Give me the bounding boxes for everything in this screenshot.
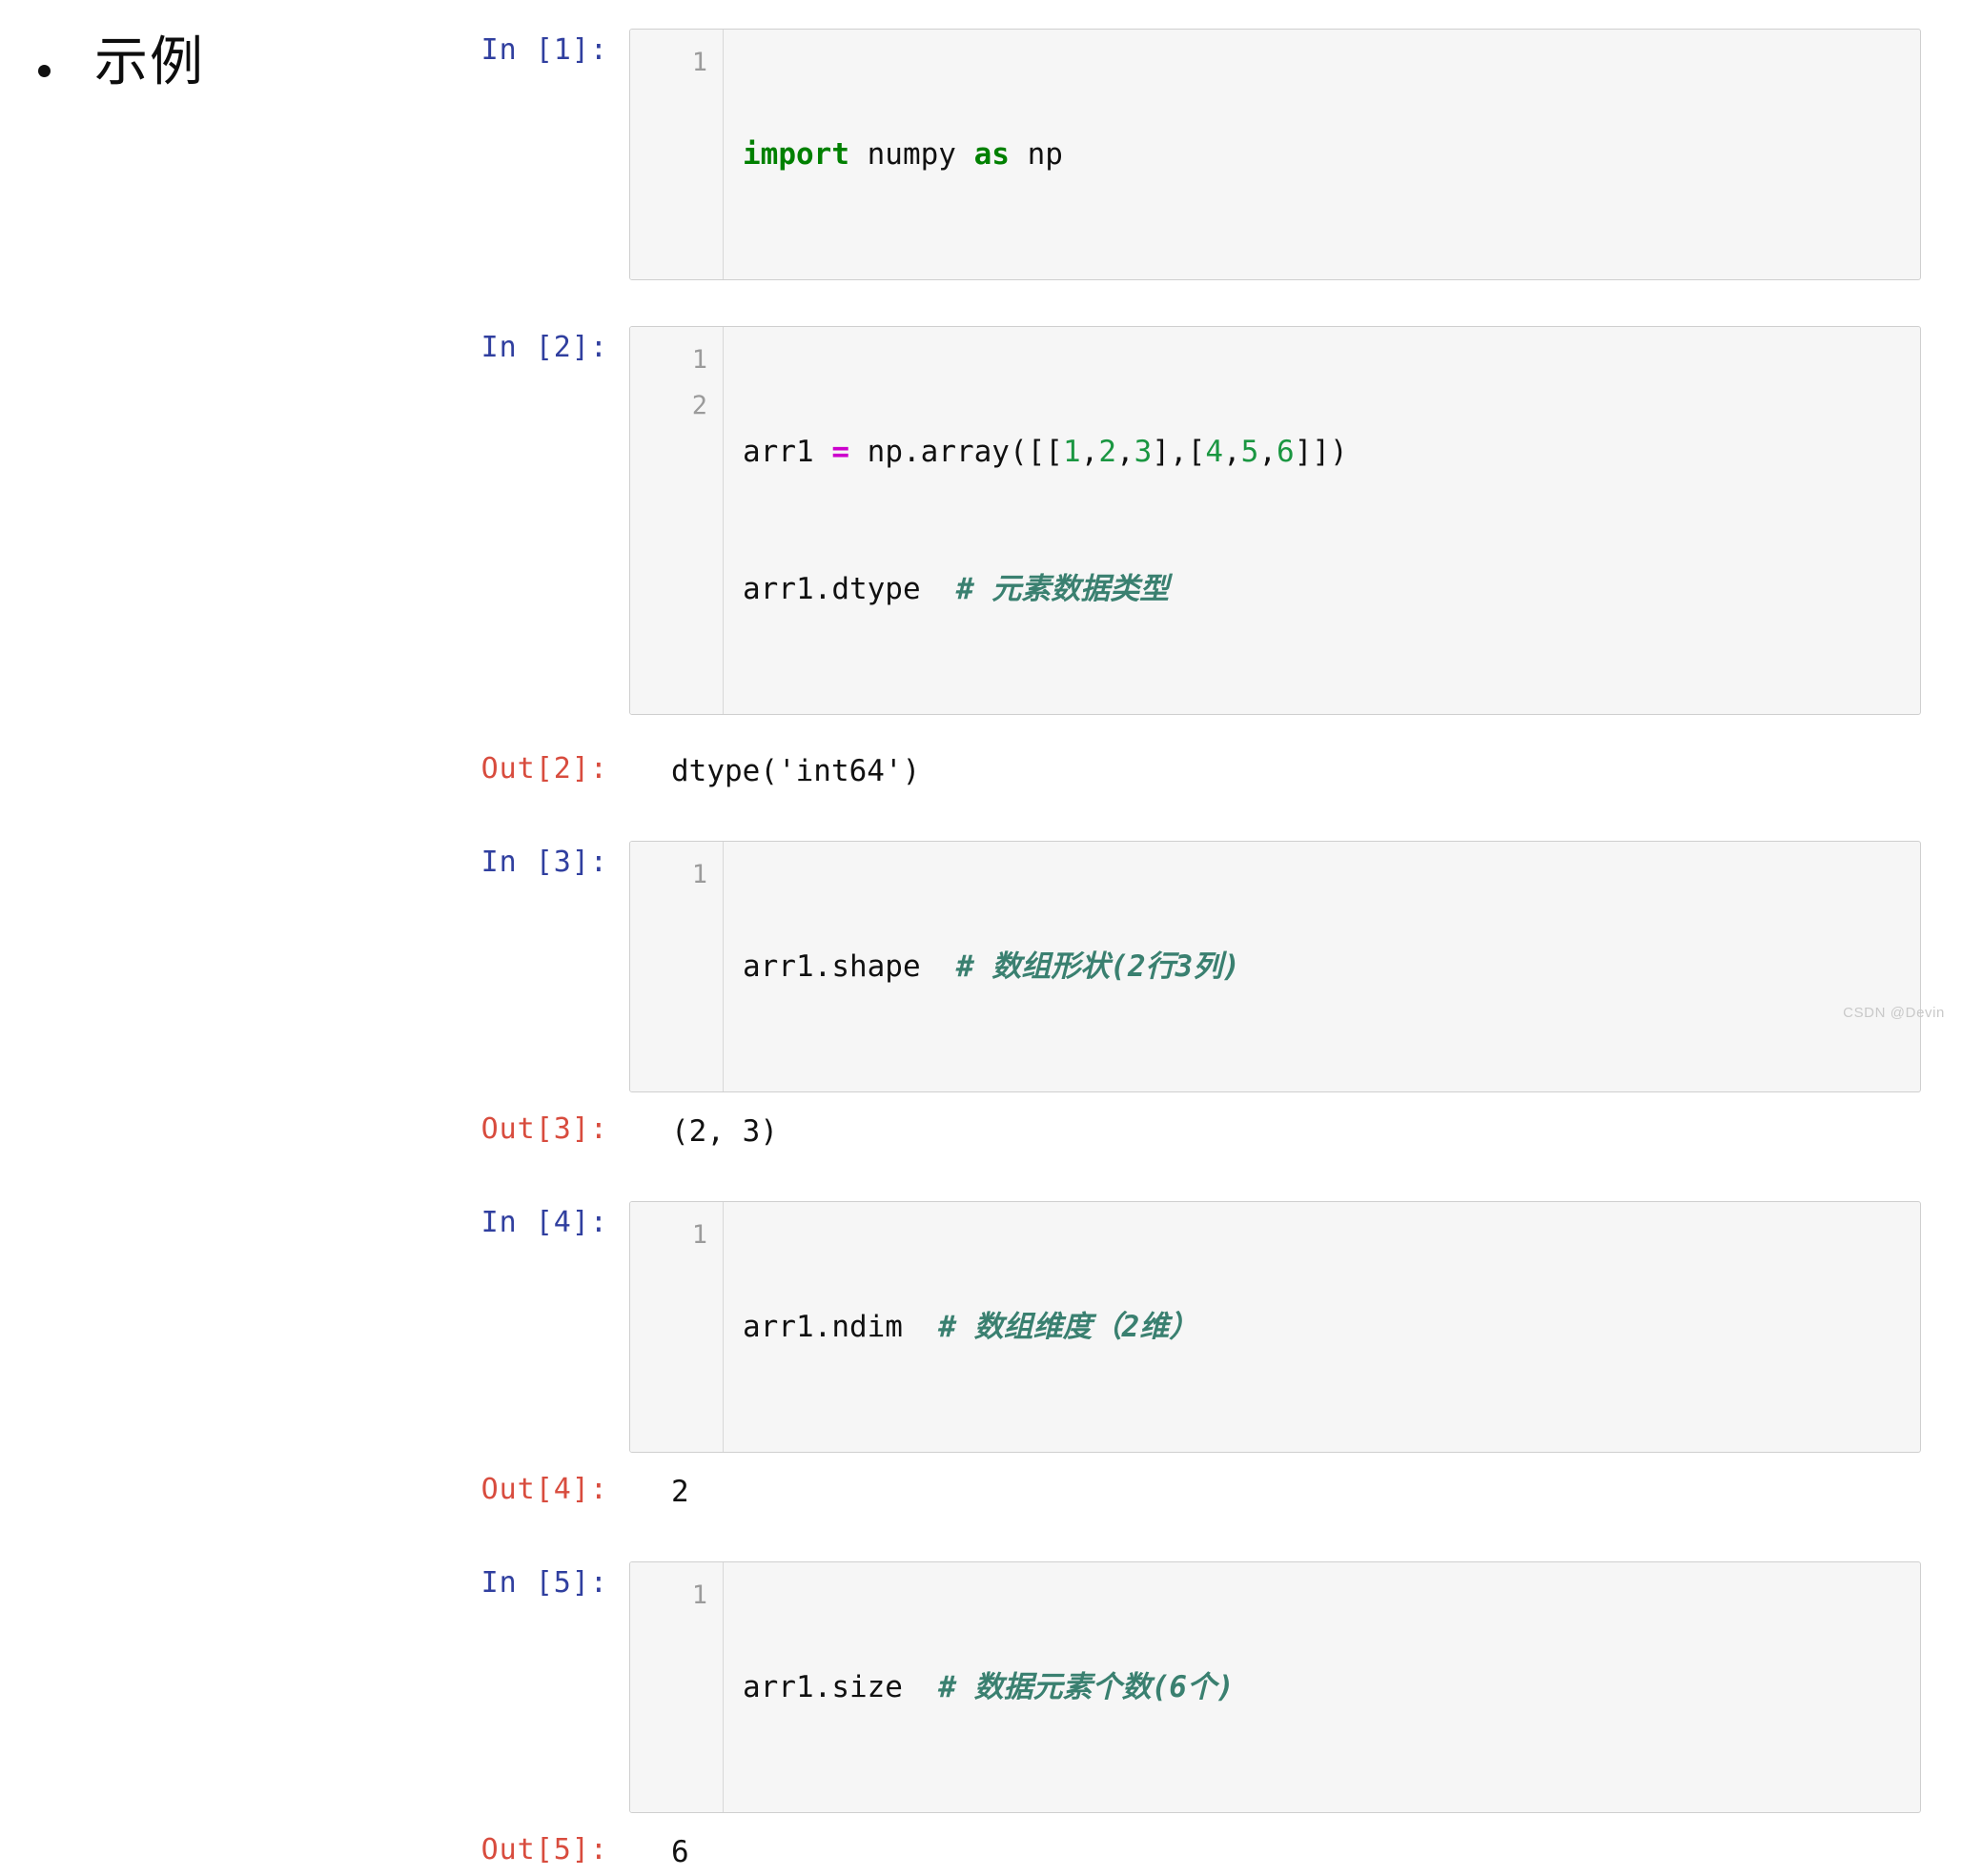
output-text-3: (2, 3)	[671, 1114, 778, 1149]
notebook-cell-in-5[interactable]: In [5]: 1 arr1.size # 数据元素个数(6个)	[448, 1561, 1921, 1813]
line-number: 2	[691, 391, 707, 420]
output-text-2: dtype('int64')	[671, 754, 921, 788]
line-number: 1	[691, 1580, 707, 1610]
line-number-gutter-2: 1 2	[630, 327, 724, 714]
line-number-gutter-3: 1	[630, 842, 724, 1091]
prompt-out-2: Out[2]:	[480, 752, 608, 785]
notebook-cell-in-3[interactable]: In [3]: 1 arr1.shape # 数组形状(2行3列)	[448, 841, 1921, 1092]
notebook-cell-out-5: Out[5]: 6	[448, 1828, 1921, 1876]
code-line: arr1.dtype # 元素数据类型	[743, 572, 1170, 606]
code-line: arr1.ndim # 数组维度（2维）	[743, 1310, 1199, 1344]
code-line: import numpy as np	[743, 137, 1063, 172]
line-number-gutter-5: 1	[630, 1562, 724, 1812]
code-input-3[interactable]: 1 arr1.shape # 数组形状(2行3列)	[629, 841, 1921, 1092]
notebook-cell-out-2: Out[2]: dtype('int64')	[448, 747, 1921, 795]
prompt-in-2: In [2]:	[480, 331, 608, 364]
prompt-in-5: In [5]:	[480, 1566, 608, 1600]
slide-heading: 示例	[38, 31, 205, 93]
prompt-out-4: Out[4]:	[480, 1473, 608, 1506]
notebook-cell-in-4[interactable]: In [4]: 1 arr1.ndim # 数组维度（2维）	[448, 1201, 1921, 1453]
notebook-cell-out-4: Out[4]: 2	[448, 1468, 1921, 1516]
prompt-in-3: In [3]:	[480, 846, 608, 879]
notebook-cell-out-3: Out[3]: (2, 3)	[448, 1108, 1921, 1155]
line-number-gutter-4: 1	[630, 1202, 724, 1452]
code-input-1[interactable]: 1 import numpy as np	[629, 29, 1921, 280]
prompt-out-5: Out[5]:	[480, 1833, 608, 1866]
line-number: 1	[691, 1220, 707, 1250]
output-text-5: 6	[671, 1835, 689, 1869]
code-input-4[interactable]: 1 arr1.ndim # 数组维度（2维）	[629, 1201, 1921, 1453]
line-number: 1	[691, 860, 707, 889]
code-input-5[interactable]: 1 arr1.size # 数据元素个数(6个)	[629, 1561, 1921, 1813]
code-area-5[interactable]: arr1.size # 数据元素个数(6个)	[724, 1562, 1920, 1812]
notebook-container: In [1]: 1 import numpy as np In [2]: 1 2…	[448, 29, 1921, 1876]
prompt-in-4: In [4]:	[480, 1206, 608, 1239]
prompt-in-1: In [1]:	[480, 33, 608, 67]
code-line: arr1 = np.array([[1,2,3],[4,5,6]])	[743, 435, 1348, 469]
notebook-cell-in-2[interactable]: In [2]: 1 2 arr1 = np.array([[1,2,3],[4,…	[448, 326, 1921, 715]
code-line: arr1.shape # 数组形状(2行3列)	[743, 949, 1240, 984]
output-text-4: 2	[671, 1475, 689, 1509]
watermark: CSDN @Devin	[1843, 1005, 1945, 1021]
code-area-4[interactable]: arr1.ndim # 数组维度（2维）	[724, 1202, 1920, 1452]
page-title: 示例	[94, 31, 205, 93]
bullet-dot-icon	[38, 65, 51, 77]
code-line: arr1.size # 数据元素个数(6个)	[743, 1670, 1235, 1704]
line-number: 1	[691, 48, 707, 77]
notebook-cell-in-1[interactable]: In [1]: 1 import numpy as np	[448, 29, 1921, 280]
code-area-2[interactable]: arr1 = np.array([[1,2,3],[4,5,6]]) arr1.…	[724, 327, 1920, 714]
code-area-1[interactable]: import numpy as np	[724, 30, 1920, 279]
code-input-2[interactable]: 1 2 arr1 = np.array([[1,2,3],[4,5,6]]) a…	[629, 326, 1921, 715]
prompt-out-3: Out[3]:	[480, 1112, 608, 1146]
line-number-gutter-1: 1	[630, 30, 724, 279]
line-number: 1	[691, 345, 707, 375]
code-area-3[interactable]: arr1.shape # 数组形状(2行3列)	[724, 842, 1920, 1091]
